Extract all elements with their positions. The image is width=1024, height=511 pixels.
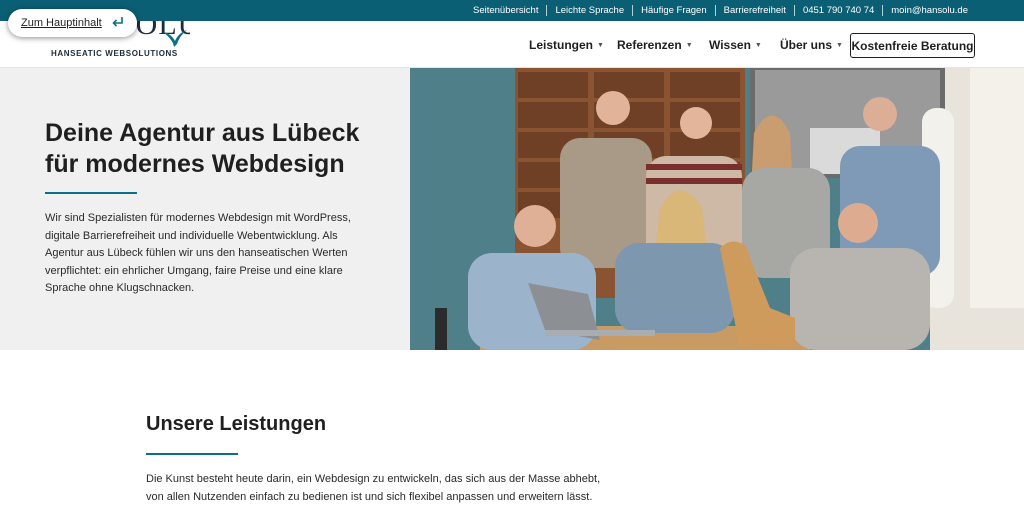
title-line-2: für modernes Webdesign xyxy=(45,150,345,178)
chevron-down-icon: ▼ xyxy=(754,41,762,49)
logo-tagline: HANSEATIC WEBSOLUTIONS xyxy=(51,49,178,58)
enter-arrow-icon xyxy=(112,17,123,27)
services-underline xyxy=(146,453,238,455)
chevron-down-icon: ▼ xyxy=(836,41,843,49)
hero-section: Deine Agentur aus Lübeck für modernes We… xyxy=(0,68,1024,350)
skip-to-content-link[interactable]: Zum Hauptinhalt xyxy=(8,9,137,37)
utility-link-phone[interactable]: 0451 790 740 74 xyxy=(793,5,882,16)
utility-nav: Seitenübersicht Leichte Sprache Häufige … xyxy=(465,0,976,21)
site-header: HANSOLU HANSEATIC WEBSOLUTIONS Leistunge… xyxy=(0,21,1024,68)
utility-link-faq[interactable]: Häufige Fragen xyxy=(632,5,714,16)
nav-item-wissen[interactable]: Wissen ▼ xyxy=(709,38,762,52)
title-underline xyxy=(45,192,137,194)
title-line-1: Deine Agentur aus Lübeck xyxy=(45,119,360,147)
nav-item-leistungen[interactable]: Leistungen ▼ xyxy=(529,38,604,52)
seagull-icon xyxy=(163,30,187,47)
hero-intro-text: Wir sind Spezialisten für modernes Webde… xyxy=(45,212,351,294)
page-title: Deine Agentur aus Lübeck für modernes We… xyxy=(45,118,385,180)
team-photo xyxy=(410,68,1024,350)
utility-link-accessibility[interactable]: Barrierefreiheit xyxy=(714,5,794,16)
chevron-down-icon: ▼ xyxy=(685,41,693,49)
nav-label: Über uns xyxy=(780,38,833,52)
nav-item-referenzen[interactable]: Referenzen ▼ xyxy=(617,38,693,52)
free-consultation-button[interactable]: Kostenfreie Beratung xyxy=(850,33,975,58)
utility-link-sitemap[interactable]: Seitenübersicht xyxy=(465,5,546,16)
nav-label: Wissen xyxy=(709,38,751,52)
nav-label: Referenzen xyxy=(617,38,682,52)
nav-label: Leistungen xyxy=(529,38,594,52)
utility-link-email[interactable]: moin@hansolu.de xyxy=(882,5,976,16)
utility-link-easy-language[interactable]: Leichte Sprache xyxy=(546,5,632,16)
chevron-down-icon: ▼ xyxy=(597,41,604,49)
nav-item-ueber-uns[interactable]: Über uns ▼ xyxy=(780,38,843,52)
skip-link-label: Zum Hauptinhalt xyxy=(21,17,102,29)
services-heading: Unsere Leistungen xyxy=(146,413,327,435)
services-intro-text: Die Kunst besteht heute darin, ein Webde… xyxy=(146,473,601,503)
hero-text-panel: Deine Agentur aus Lübeck für modernes We… xyxy=(0,68,410,350)
utility-bar: Seitenübersicht Leichte Sprache Häufige … xyxy=(0,0,1024,21)
